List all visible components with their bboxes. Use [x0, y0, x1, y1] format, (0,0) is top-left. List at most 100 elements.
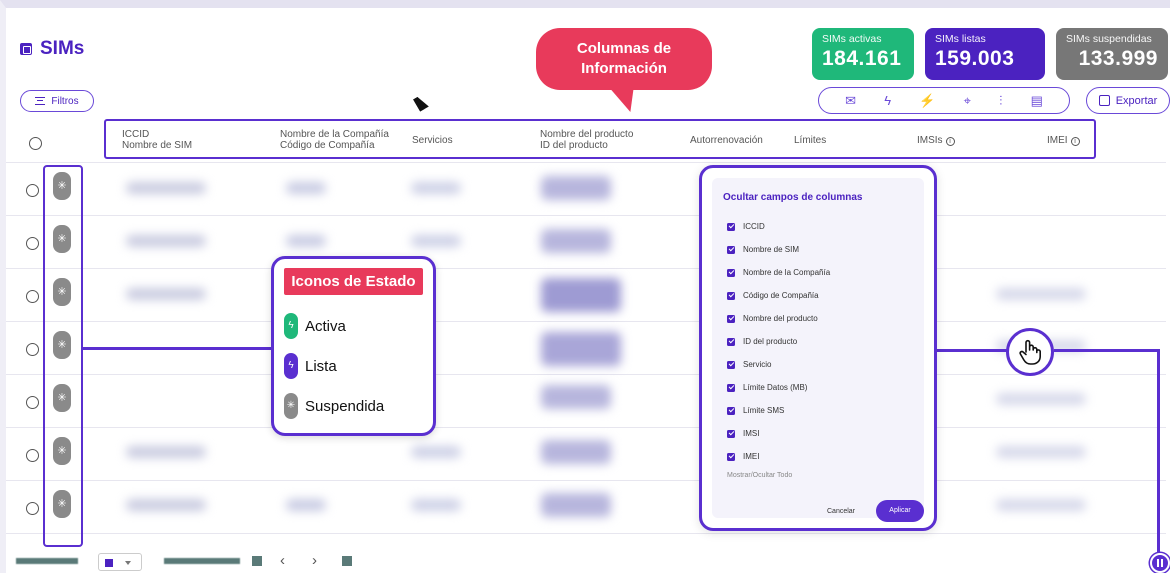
bolt-icon: ϟ	[284, 313, 298, 339]
cancel-button[interactable]: Cancelar	[827, 508, 855, 515]
page-title-text: SIMs	[40, 38, 85, 59]
mail-icon[interactable]: ✉	[845, 93, 856, 109]
info-icon[interactable]: i	[1070, 137, 1080, 146]
row-select-radio[interactable]	[26, 184, 39, 197]
column-toggle-item[interactable]: Código de Compañía	[727, 291, 819, 300]
chevron-down-icon	[125, 561, 131, 565]
col-services[interactable]: Servicios	[412, 135, 453, 146]
column-toggle-item[interactable]: Nombre de la Compañía	[727, 268, 830, 277]
status-suspended-icon: ✳	[53, 437, 71, 465]
stat-value: 159.003	[935, 47, 1015, 70]
page-size-select[interactable]	[98, 553, 142, 571]
info-icon[interactable]: i	[945, 137, 955, 146]
status-icons-legend: Iconos de Estado ϟ Activa ϟ Lista ✳ Susp…	[271, 256, 436, 436]
filter-icon	[35, 97, 46, 105]
panel-body: Ocultar campos de columnas ICCID Nombre …	[712, 178, 924, 522]
bolt-outline-icon: ϟ	[284, 353, 298, 379]
col-imsis[interactable]: IMSIs i	[917, 135, 955, 146]
row-select-radio[interactable]	[26, 502, 39, 515]
equalizer-icon[interactable]: ⫶	[999, 93, 1002, 109]
stat-suspended-sims[interactable]: SIMs suspendidas 133.999	[1056, 28, 1168, 80]
checkbox-checked-icon[interactable]	[727, 291, 735, 300]
column-toggle-item[interactable]: Nombre de SIM	[727, 245, 799, 254]
checkbox-checked-icon[interactable]	[727, 245, 735, 254]
stat-label: SIMs listas	[935, 33, 986, 45]
table-header: ICCID Nombre de SIM Nombre de la Compañí…	[104, 119, 1096, 159]
legend-item-suspended: ✳ Suspendida	[284, 393, 384, 419]
bolt-off-icon[interactable]: ⚡	[919, 93, 935, 109]
column-toggle-item[interactable]: Límite Datos (MB)	[727, 383, 807, 392]
page-title: SIMs	[20, 38, 84, 60]
filters-button[interactable]: Filtros	[20, 90, 94, 112]
legend-item-active: ϟ Activa	[284, 313, 346, 339]
sim-settings-icon[interactable]: ▤	[1031, 93, 1043, 109]
column-toggle-item[interactable]: IMEI	[727, 452, 759, 461]
stat-active-sims[interactable]: SIMs activas 184.161	[812, 28, 914, 80]
status-suspended-icon: ✳	[53, 490, 71, 518]
column-toggle-item[interactable]: Servicio	[727, 360, 771, 369]
col-limits[interactable]: Límites	[794, 135, 826, 146]
col-iccid[interactable]: ICCID Nombre de SIM	[122, 129, 192, 151]
status-suspended-icon: ✳	[53, 384, 71, 412]
checkbox-checked-icon[interactable]	[727, 452, 735, 461]
legend-title: Iconos de Estado	[284, 268, 423, 295]
column-toggle-item[interactable]: Nombre del producto	[727, 314, 818, 323]
hand-pointer-icon	[1006, 328, 1054, 376]
columns-info-callout: Columnas de Información	[536, 28, 712, 90]
col-imei[interactable]: IMEI i	[1047, 135, 1080, 146]
panel-connector	[1054, 349, 1160, 352]
legend-item-ready: ϟ Lista	[284, 353, 337, 379]
bolt-icon[interactable]: ϟ	[884, 93, 891, 108]
first-page-button[interactable]	[252, 556, 262, 566]
next-page-icon[interactable]: ›	[312, 552, 317, 569]
column-toggle-item[interactable]: ICCID	[727, 222, 765, 231]
checkbox-checked-icon[interactable]	[727, 337, 735, 346]
toggle-all-link[interactable]: Mostrar/Ocultar Todo	[727, 472, 792, 479]
last-page-button[interactable]	[342, 556, 352, 566]
stat-label: SIMs suspendidas	[1066, 33, 1152, 45]
row-select-radio[interactable]	[26, 343, 39, 356]
stat-label: SIMs activas	[822, 33, 882, 45]
stat-value: 133.999	[1078, 47, 1158, 70]
col-product[interactable]: Nombre del producto ID del producto	[540, 129, 633, 151]
stat-value: 184.161	[822, 47, 902, 70]
row-select-radio[interactable]	[26, 449, 39, 462]
checkbox-checked-icon[interactable]	[727, 429, 735, 438]
select-all-radio[interactable]	[29, 137, 42, 150]
row-select-radio[interactable]	[26, 396, 39, 409]
bulk-actions-bar: ✉ ϟ ⚡ ⌖ ⫶ ▤	[818, 87, 1070, 114]
export-button[interactable]: Exportar	[1086, 87, 1170, 114]
stat-ready-sims[interactable]: SIMs listas 159.003	[925, 28, 1045, 80]
sim-card-icon	[20, 43, 32, 55]
checkbox-checked-icon[interactable]	[727, 314, 735, 323]
prev-page-icon[interactable]: ‹	[280, 552, 285, 569]
column-toggle-item[interactable]: IMSI	[727, 429, 759, 438]
sims-table-body	[6, 162, 1170, 554]
row-select-radio[interactable]	[26, 237, 39, 250]
callout-text: Columnas de Información	[576, 40, 672, 77]
checkbox-checked-icon[interactable]	[727, 406, 735, 415]
status-suspended-icon: ✳	[53, 278, 71, 306]
col-company[interactable]: Nombre de la Compañía Código de Compañía	[280, 129, 389, 151]
panel-connector	[1157, 349, 1160, 553]
checkbox-checked-icon[interactable]	[727, 383, 735, 392]
status-suspended-icon: ✳	[53, 172, 71, 200]
checkbox-checked-icon[interactable]	[727, 268, 735, 277]
checkbox-checked-icon[interactable]	[727, 222, 735, 231]
page-size-value	[105, 559, 113, 567]
location-icon[interactable]: ⌖	[964, 93, 971, 109]
panel-title: Ocultar campos de columnas	[723, 192, 863, 203]
status-suspended-icon: ✳	[53, 225, 71, 253]
columns-toggle-button[interactable]	[1150, 553, 1170, 573]
pagination: ‹ ›	[16, 551, 1146, 573]
column-toggle-item[interactable]: ID del producto	[727, 337, 797, 346]
legend-connector	[83, 347, 273, 350]
rows-per-page-label	[16, 558, 78, 564]
apply-button[interactable]: Aplicar	[876, 500, 924, 522]
checkbox-checked-icon[interactable]	[727, 360, 735, 369]
col-autorenew[interactable]: Autorrenovación	[690, 135, 763, 146]
row-select-radio[interactable]	[26, 290, 39, 303]
hide-columns-panel: Ocultar campos de columnas ICCID Nombre …	[699, 165, 937, 531]
column-toggle-item[interactable]: Límite SMS	[727, 406, 784, 415]
status-icons-column: ✳ ✳ ✳ ✳ ✳ ✳ ✳	[43, 165, 83, 547]
